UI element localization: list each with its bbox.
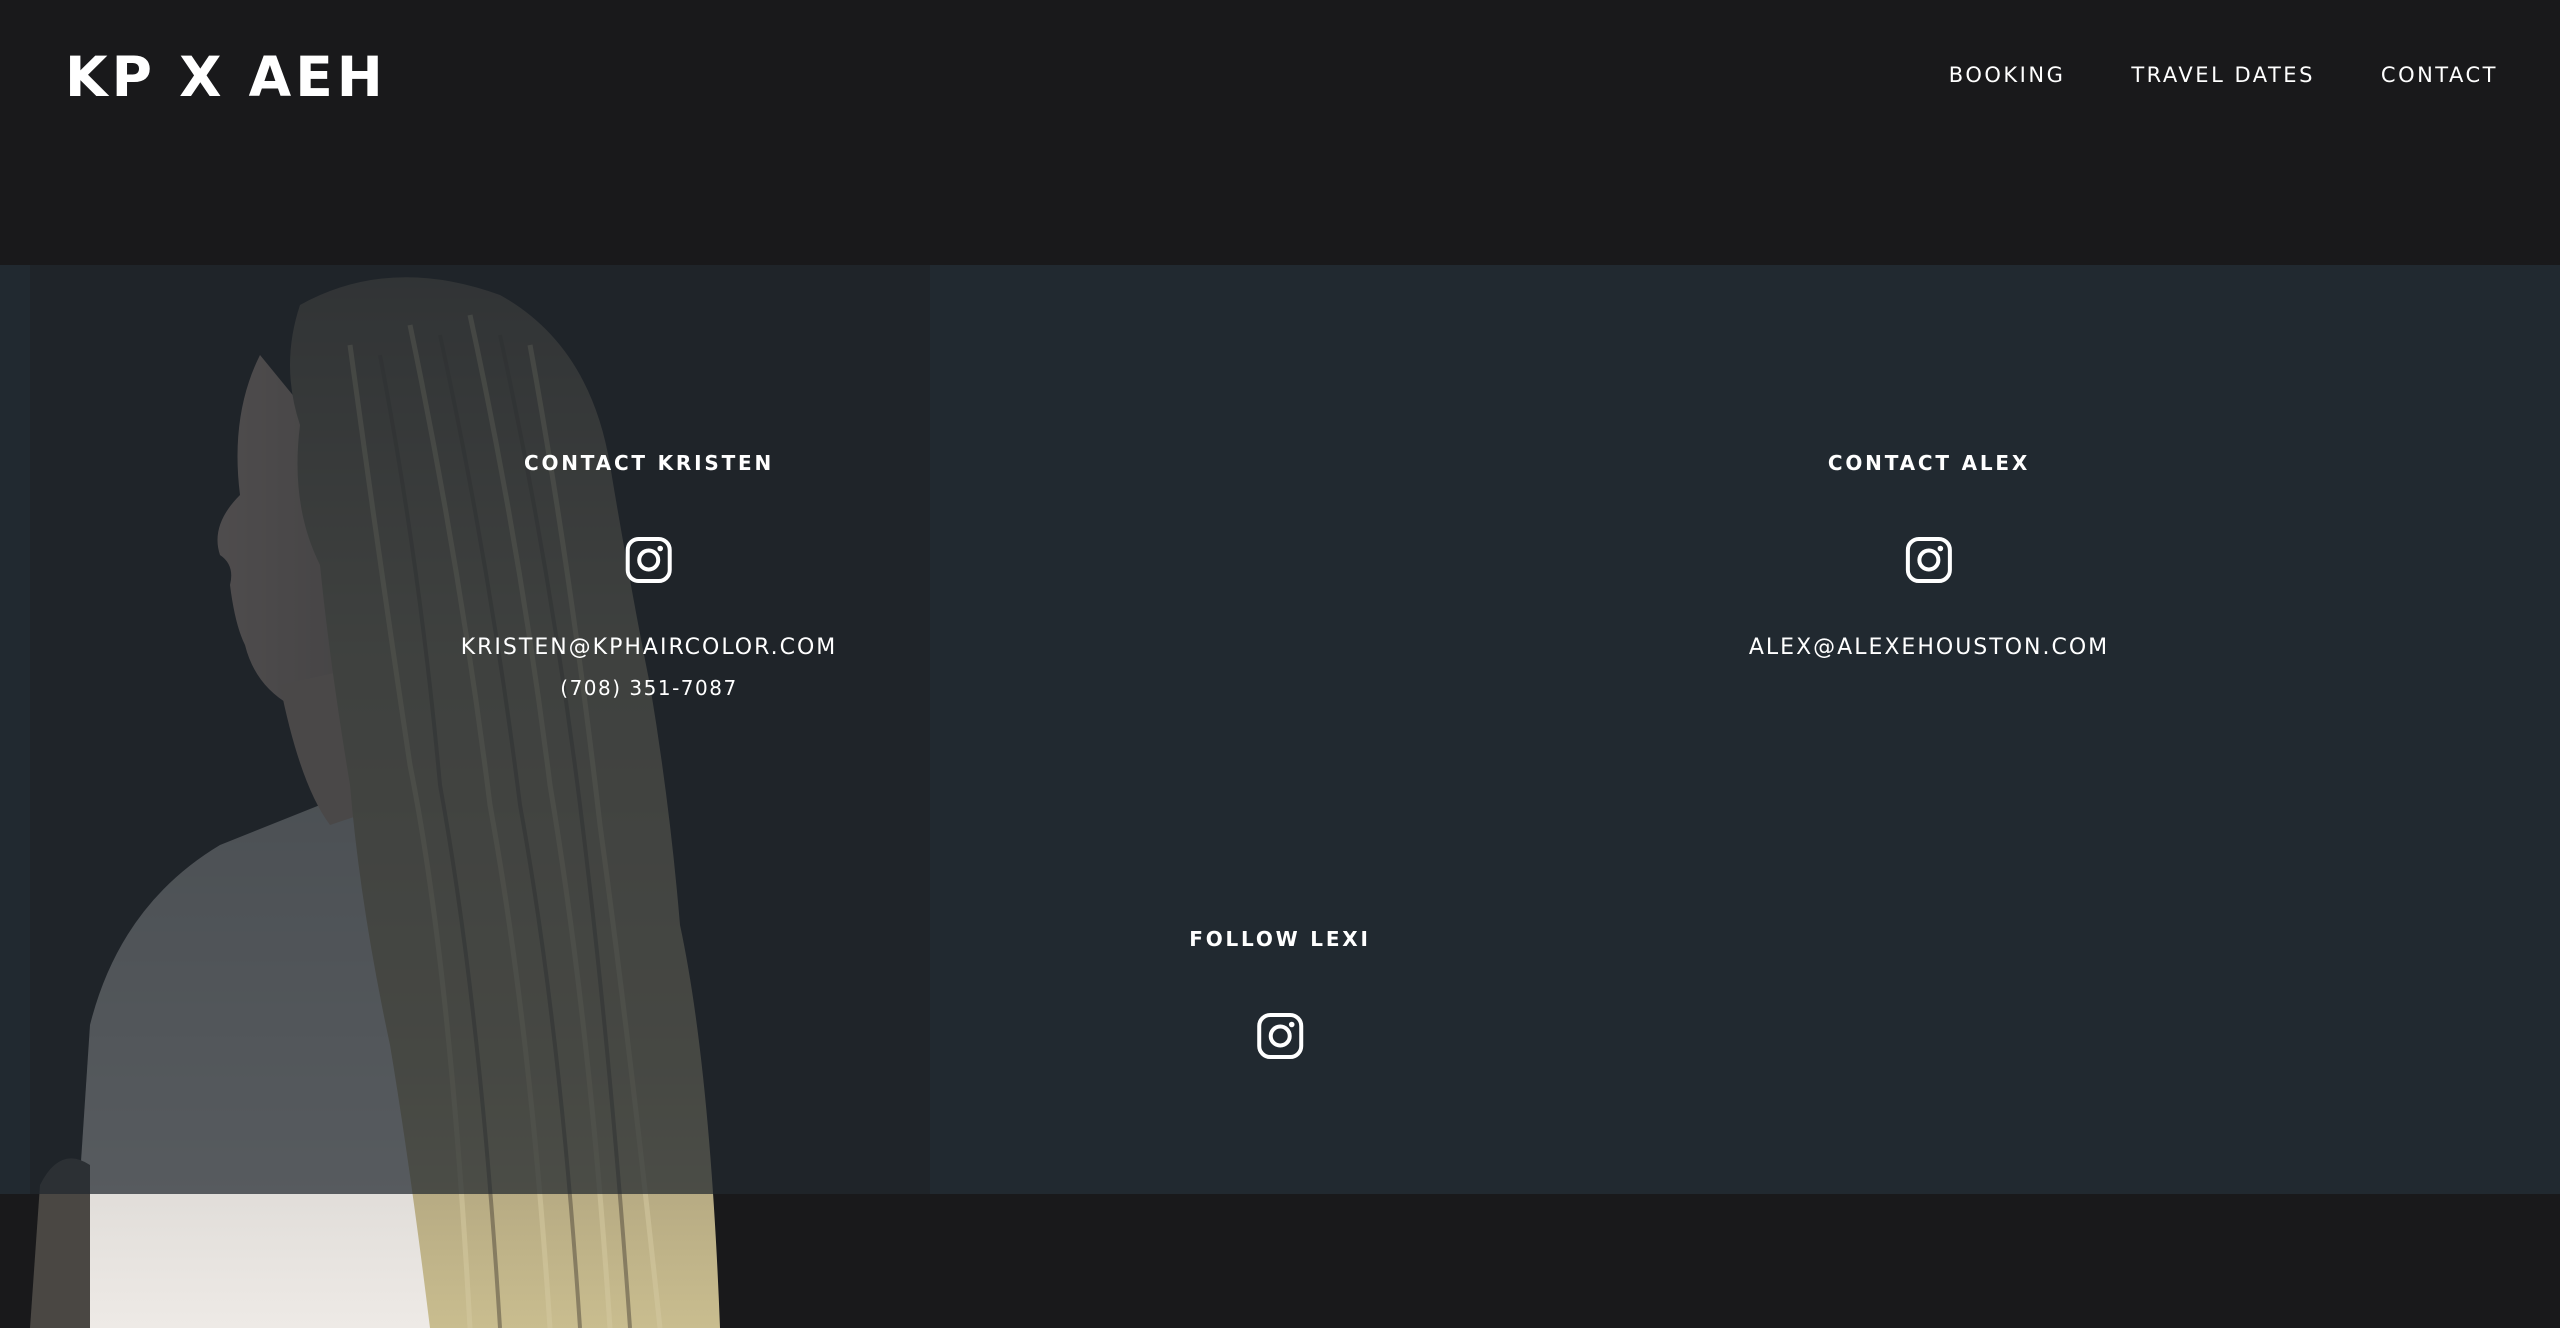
contact-alex-title: CONTACT ALEX <box>1827 451 2031 475</box>
kristen-phone-link[interactable]: (708) 351-7087 <box>560 673 737 703</box>
contact-panel-solid <box>930 265 2560 1194</box>
contact-alex-block: CONTACT ALEX ALEX@ALEXEHOUSTON.COM <box>1749 448 2109 665</box>
page: KP X AEH BOOKING TRAVEL DATES CONTACT CO… <box>0 0 2560 1328</box>
main-nav: BOOKING TRAVEL DATES CONTACT <box>1949 58 2498 92</box>
contact-kristen-title: CONTACT KRISTEN <box>523 451 775 475</box>
site-header: KP X AEH BOOKING TRAVEL DATES CONTACT <box>0 0 2560 265</box>
contact-panel-edge <box>0 265 30 1194</box>
instagram-icon[interactable] <box>1905 536 1953 584</box>
follow-lexi-block: FOLLOW LEXI <box>1189 924 1371 1065</box>
nav-travel-dates[interactable]: TRAVEL DATES <box>2131 58 2315 92</box>
instagram-icon[interactable] <box>625 536 673 584</box>
kristen-email-link[interactable]: KRISTEN@KPHAIRCOLOR.COM <box>461 631 838 665</box>
nav-contact[interactable]: CONTACT <box>2381 58 2498 92</box>
instagram-icon[interactable] <box>1256 1012 1304 1060</box>
alex-email-link[interactable]: ALEX@ALEXEHOUSTON.COM <box>1749 631 2109 665</box>
contact-kristen-block: CONTACT KRISTEN KRISTEN@KPHAIRCOLOR.COM … <box>461 448 838 703</box>
follow-lexi-title: FOLLOW LEXI <box>1189 927 1371 951</box>
site-logo[interactable]: KP X AEH <box>65 44 387 110</box>
nav-booking[interactable]: BOOKING <box>1949 58 2066 92</box>
